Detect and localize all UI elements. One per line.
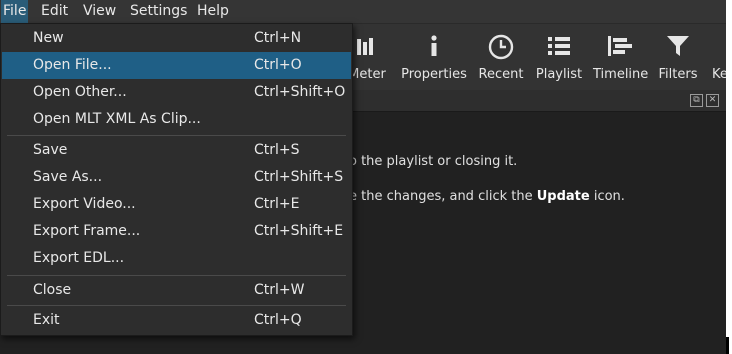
menu-item-export-video[interactable]: Export Video... Ctrl+E <box>2 191 351 218</box>
filter-funnel-icon <box>655 34 701 60</box>
float-panel-icon[interactable]: ⧉ <box>690 94 703 107</box>
menu-item-export-frame[interactable]: Export Frame... Ctrl+Shift+E <box>2 218 351 245</box>
toolbar-properties-button[interactable]: Properties <box>398 24 470 90</box>
text-cursor <box>726 337 729 354</box>
list-icon <box>533 34 585 60</box>
file-menu-dropdown: New Ctrl+N Open File... Ctrl+O Open Othe… <box>0 23 353 336</box>
menu-view[interactable]: View <box>81 0 118 23</box>
toolbar-playlist-button[interactable]: Playlist <box>533 24 585 90</box>
toolbar-timeline-button[interactable]: Timeline <box>593 24 649 90</box>
toolbar-timeline-label: Timeline <box>593 67 649 82</box>
toolbar-recent-label: Recent <box>478 67 524 82</box>
help-text-line-1: o the playlist or closing it. <box>349 154 518 169</box>
shotcut-window: File Edit View Settings Help Meter Prope… <box>0 0 726 354</box>
update-keyword: Update <box>536 189 590 204</box>
toolbar-filters-label: Filters <box>658 67 698 82</box>
toolbar-playlist-label: Playlist <box>535 67 583 82</box>
menu-edit[interactable]: Edit <box>39 0 70 23</box>
menu-item-save[interactable]: Save Ctrl+S <box>2 137 351 164</box>
clock-icon <box>476 34 526 60</box>
menu-item-new[interactable]: New Ctrl+N <box>2 25 351 52</box>
menu-separator <box>7 275 346 276</box>
toolbar-keyframes-label: Ke <box>712 67 726 82</box>
menu-item-open-mlt-xml[interactable]: Open MLT XML As Clip... <box>2 106 351 133</box>
close-panel-icon[interactable]: ✕ <box>706 94 719 107</box>
info-icon <box>398 34 470 60</box>
menu-item-open-other[interactable]: Open Other... Ctrl+Shift+O <box>2 79 351 106</box>
help-text-line-2: e the changes, and click the Update icon… <box>349 189 625 204</box>
menu-settings[interactable]: Settings <box>128 0 189 23</box>
toolbar-recent-button[interactable]: Recent <box>476 24 526 90</box>
menu-bar: File Edit View Settings Help <box>0 0 726 23</box>
menu-item-open-file[interactable]: Open File... Ctrl+O <box>2 52 351 79</box>
menu-separator <box>7 135 346 136</box>
menu-item-close[interactable]: Close Ctrl+W <box>2 277 351 304</box>
menu-file[interactable]: File <box>1 0 29 23</box>
toolbar-properties-label: Properties <box>401 67 467 82</box>
toolbar-filters-button[interactable]: Filters <box>655 24 701 90</box>
menu-help[interactable]: Help <box>195 0 231 23</box>
timeline-icon <box>593 34 647 60</box>
menu-separator <box>7 305 346 306</box>
menu-item-save-as[interactable]: Save As... Ctrl+Shift+S <box>2 164 351 191</box>
menu-item-exit[interactable]: Exit Ctrl+Q <box>2 307 351 334</box>
toolbar-keyframes-button[interactable]: Ke <box>708 24 726 90</box>
menu-item-export-edl[interactable]: Export EDL... <box>2 245 351 272</box>
